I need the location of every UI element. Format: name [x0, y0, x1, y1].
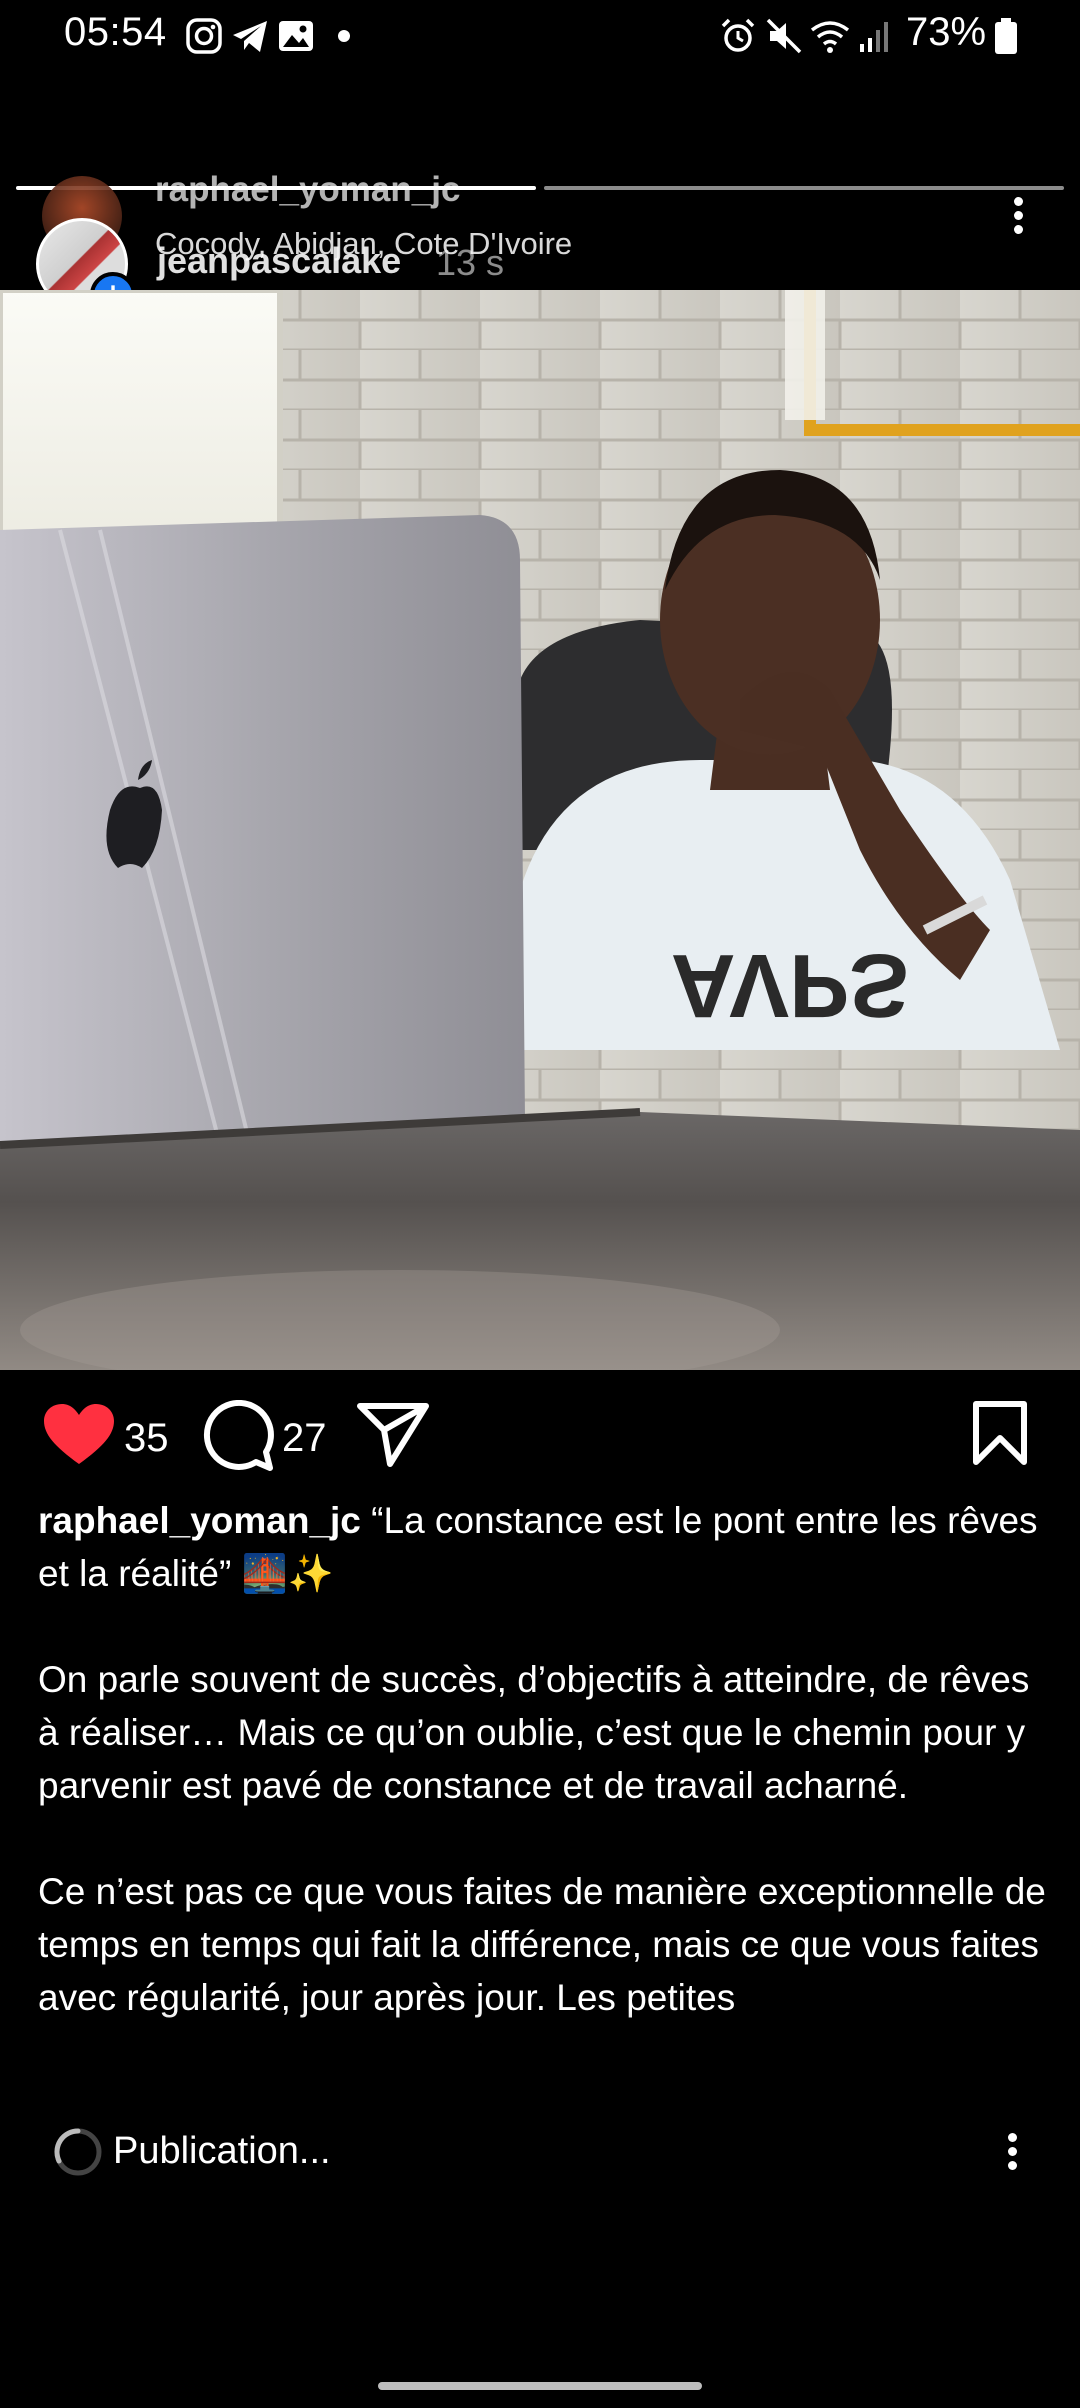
status-bar: 05:54 73% — [0, 0, 1080, 72]
status-time: 05:54 — [64, 10, 167, 54]
comment-icon[interactable] — [200, 1400, 274, 1474]
more-options-icon[interactable] — [998, 192, 1038, 248]
battery-percent: 73% — [906, 10, 987, 54]
gallery-icon — [279, 21, 313, 51]
instagram-icon — [186, 18, 222, 54]
post-time: 13 s — [436, 242, 505, 283]
post-caption: raphael_yoman_jc “La constance est le po… — [38, 1494, 1048, 2024]
like-heart-icon[interactable] — [44, 1404, 114, 1466]
caption-paragraph-1: On parle souvent de succès, d’objectifs … — [38, 1659, 1030, 1806]
like-count[interactable]: 35 — [124, 1416, 169, 1461]
publishing-status: Publication... — [113, 2130, 331, 2172]
comment-count[interactable]: 27 — [282, 1416, 327, 1461]
bookmark-icon[interactable] — [970, 1400, 1030, 1466]
mute-icon — [766, 18, 802, 54]
telegram-icon — [233, 21, 267, 52]
home-indicator[interactable] — [378, 2382, 702, 2390]
story-progress-bar-2 — [544, 186, 1064, 190]
shirt-print: AVPS — [671, 935, 909, 1035]
post-photo[interactable]: AVPS — [0, 290, 1080, 1370]
loading-spinner-icon — [54, 2128, 102, 2176]
publishing-more-options-icon[interactable] — [992, 2128, 1032, 2184]
signal-icon — [860, 22, 888, 52]
alarm-icon — [721, 18, 755, 52]
wifi-icon — [810, 21, 850, 53]
notification-dot — [338, 30, 350, 42]
post-username[interactable]: jeanpascalake — [157, 240, 401, 282]
share-icon[interactable] — [356, 1400, 430, 1468]
story-username[interactable]: raphael_yoman_jc — [155, 170, 460, 210]
caption-username[interactable]: raphael_yoman_jc — [38, 1500, 361, 1541]
caption-fade — [0, 2010, 1080, 2100]
battery-icon — [995, 18, 1017, 54]
caption-paragraph-2: Ce n’est pas ce que vous faites de maniè… — [38, 1871, 1046, 2018]
